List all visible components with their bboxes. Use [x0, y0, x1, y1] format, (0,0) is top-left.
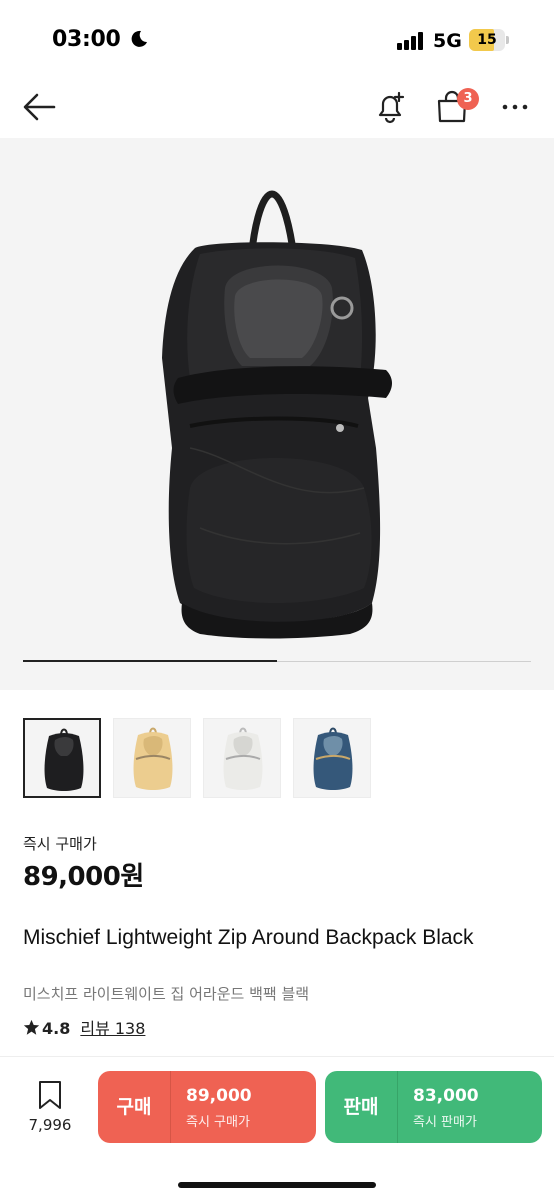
backpack-image: [162, 190, 392, 639]
sell-price-label: 즉시 판매가: [413, 1115, 477, 1130]
sell-button[interactable]: 판매 83,000 즉시 판매가: [325, 1071, 542, 1143]
thumbnail-black[interactable]: [23, 718, 101, 798]
bookmark-icon: [39, 1081, 61, 1109]
bookmark-count: 7,996: [28, 1116, 72, 1134]
backpack-thumb-black-icon: [44, 728, 84, 791]
battery-cap: [506, 36, 509, 44]
buy-button[interactable]: 구매 89,000 즉시 구매가: [98, 1071, 316, 1143]
buy-price-label: 즉시 구매가: [186, 1115, 250, 1130]
backpack-thumb-blue-icon: [313, 727, 353, 790]
cart-count-badge: 3: [457, 88, 479, 110]
divider: [0, 1056, 554, 1057]
thumbnail-blue[interactable]: [293, 718, 371, 798]
sell-button-separator: [397, 1071, 398, 1143]
status-time: 03:00: [52, 27, 121, 52]
thumbnail-yellow[interactable]: [113, 718, 191, 798]
moon-icon: [131, 30, 147, 47]
bell-add-icon[interactable]: [373, 90, 407, 124]
status-bar: 03:00 5G 15: [0, 0, 554, 80]
review-count-link[interactable]: 리뷰 138: [80, 1019, 145, 1038]
thumbnail-strip: [23, 718, 383, 798]
home-indicator[interactable]: [178, 1182, 376, 1188]
network-type: 5G: [433, 30, 462, 52]
battery-percent: 15: [477, 32, 497, 48]
backpack-thumb-white-icon: [223, 727, 263, 790]
instant-buy-price-label: 즉시 구매가: [23, 835, 97, 853]
buy-price: 89,000: [186, 1086, 252, 1106]
rating-row: 4.8 리뷰 138: [23, 1015, 145, 1039]
back-arrow-icon[interactable]: [22, 92, 56, 122]
star-icon: [23, 1019, 40, 1035]
more-options-icon[interactable]: [500, 94, 530, 120]
battery-icon: 15: [469, 29, 505, 51]
product-image-gallery[interactable]: [0, 138, 554, 690]
rating-value: 4.8: [42, 1019, 71, 1038]
thumbnail-white[interactable]: [203, 718, 281, 798]
instant-buy-price: 89,000원: [23, 862, 144, 892]
bookmark-button[interactable]: 7,996: [22, 1080, 78, 1140]
product-title-korean: 미스치프 라이트웨이트 집 어라운드 백팩 블랙: [23, 985, 310, 1003]
sell-label: 판매: [343, 1096, 379, 1118]
signal-icon: [397, 32, 423, 50]
backpack-thumb-yellow-icon: [133, 727, 173, 790]
sell-price: 83,000: [413, 1086, 479, 1106]
gallery-progress-fill: [23, 660, 277, 662]
buy-button-separator: [170, 1071, 171, 1143]
product-title-english: Mischief Lightweight Zip Around Backpack…: [23, 926, 474, 949]
buy-label: 구매: [116, 1096, 152, 1118]
